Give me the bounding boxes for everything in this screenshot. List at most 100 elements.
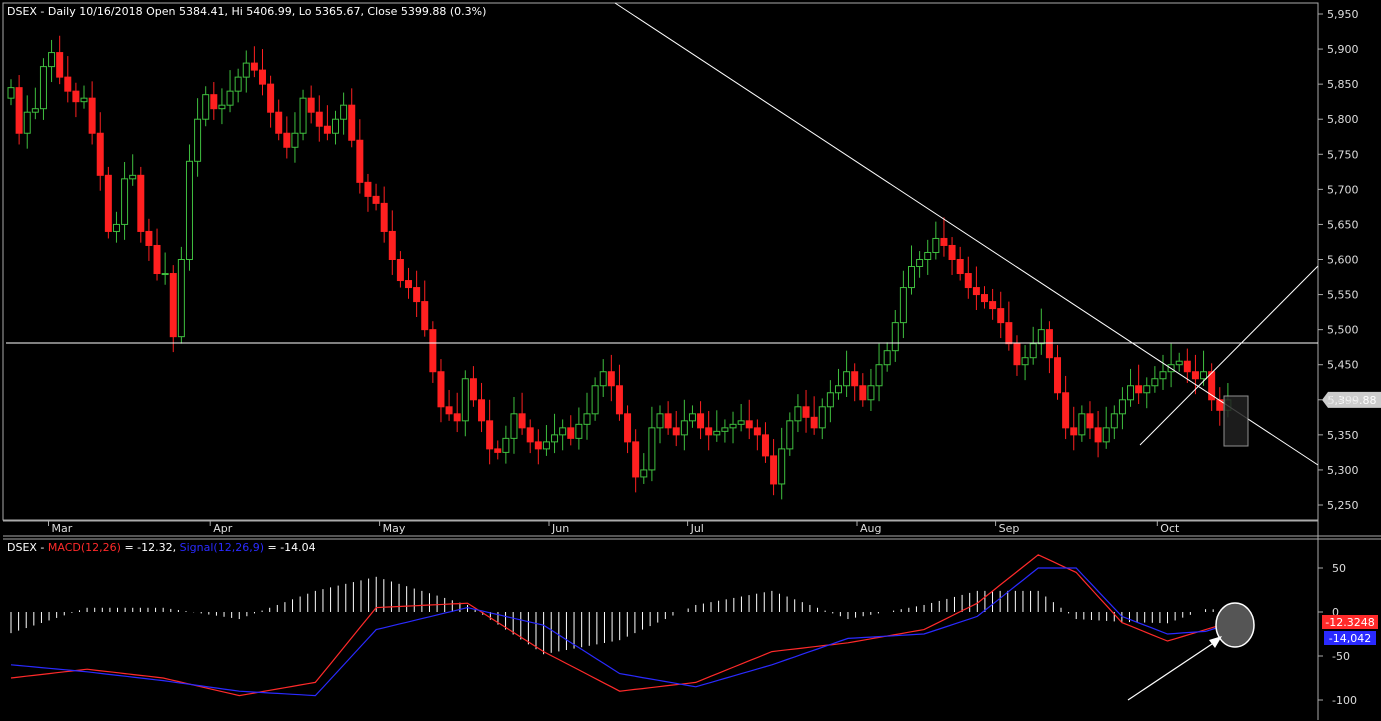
candle [542, 441, 550, 450]
candle [396, 259, 404, 282]
candle [315, 111, 323, 127]
candle [1151, 378, 1159, 387]
candle [185, 160, 193, 260]
candle [226, 90, 234, 106]
candle [421, 301, 429, 331]
candle [664, 413, 672, 429]
macd-tick-label: 50 [1332, 562, 1346, 575]
candle [761, 434, 769, 457]
candle [1191, 371, 1199, 380]
candle [23, 111, 31, 134]
macd-prefix: DSEX - [7, 541, 48, 554]
candle [599, 371, 607, 387]
candle [1045, 329, 1053, 359]
candle [332, 118, 340, 134]
price-tick-label: 5,550 [1327, 289, 1359, 302]
candle [883, 350, 891, 366]
candle [299, 97, 307, 134]
candle [267, 83, 275, 113]
price-tick-label: 5,850 [1327, 78, 1359, 91]
candle [1175, 360, 1183, 366]
price-tick-label: 5,500 [1327, 324, 1359, 337]
candle [981, 294, 989, 303]
downtrend-line [614, 2, 1319, 466]
candle [202, 94, 210, 120]
candle [283, 132, 291, 148]
candle [340, 104, 348, 120]
candle [1070, 427, 1078, 436]
macd-label: MACD(12,26) [48, 541, 121, 554]
candle [851, 371, 859, 387]
candle [437, 371, 445, 408]
month-label: Mar [52, 522, 73, 535]
candle [721, 427, 729, 432]
candle [745, 420, 753, 429]
candle [64, 76, 72, 92]
candle [972, 287, 980, 296]
candle [680, 420, 688, 436]
candle [559, 427, 567, 436]
candle [234, 76, 242, 92]
candle [786, 420, 794, 450]
candle [88, 97, 96, 134]
candle [916, 259, 924, 268]
macd-panel-title: DSEX - MACD(12,26) = -12.32, Signal(12,2… [7, 541, 316, 554]
signal-value: = -14.04 [264, 541, 316, 554]
price-tick-label: 5,950 [1327, 8, 1359, 21]
candle [518, 413, 526, 429]
candle [121, 178, 129, 225]
candle [802, 406, 810, 418]
candle [453, 413, 461, 422]
macd-tags: -12.3248 -14,042 [1322, 615, 1378, 645]
month-label: May [383, 522, 406, 535]
macd-tag: -12.3248 [1325, 616, 1374, 629]
candle [615, 385, 623, 415]
candle [875, 364, 883, 387]
candle [275, 111, 283, 134]
candle [129, 174, 137, 180]
candle [250, 62, 258, 71]
candle [648, 427, 656, 471]
candle [843, 371, 851, 387]
candle [388, 230, 396, 260]
candle [194, 118, 202, 162]
candle [526, 427, 534, 443]
candle [632, 441, 640, 478]
candle [169, 273, 177, 338]
candle [242, 62, 250, 78]
candle [778, 448, 786, 485]
candle [624, 413, 632, 443]
candle [323, 125, 331, 134]
month-label: Aug [860, 522, 881, 535]
candle [1135, 385, 1143, 394]
candle [697, 413, 705, 429]
candle [607, 371, 615, 387]
candle [210, 94, 218, 110]
annotation-arrowhead [1209, 636, 1222, 648]
price-chart-title: DSEX - Daily 10/16/2018 Open 5384.41, Hi… [7, 5, 486, 18]
price-tick-label: 5,900 [1327, 43, 1359, 56]
candle [794, 406, 802, 422]
candle [153, 244, 161, 275]
candle [445, 406, 453, 415]
candle [31, 108, 39, 113]
candle [1102, 427, 1110, 443]
candle [891, 322, 899, 352]
candle [826, 392, 834, 408]
annotation-circle [1215, 602, 1255, 648]
price-tick-label: 5,650 [1327, 218, 1359, 231]
candle [729, 423, 737, 429]
candle [705, 427, 713, 436]
candle [1183, 360, 1191, 373]
candle [1029, 343, 1037, 359]
candle [486, 420, 494, 450]
month-label: Jul [690, 522, 704, 535]
candle [56, 52, 64, 78]
macd-value: = -12.32, [121, 541, 180, 554]
candle [1118, 399, 1126, 415]
candle [834, 385, 842, 394]
price-tick-label: 5,700 [1327, 183, 1359, 196]
candle [364, 181, 372, 197]
candle [867, 385, 875, 401]
candle [348, 104, 356, 141]
